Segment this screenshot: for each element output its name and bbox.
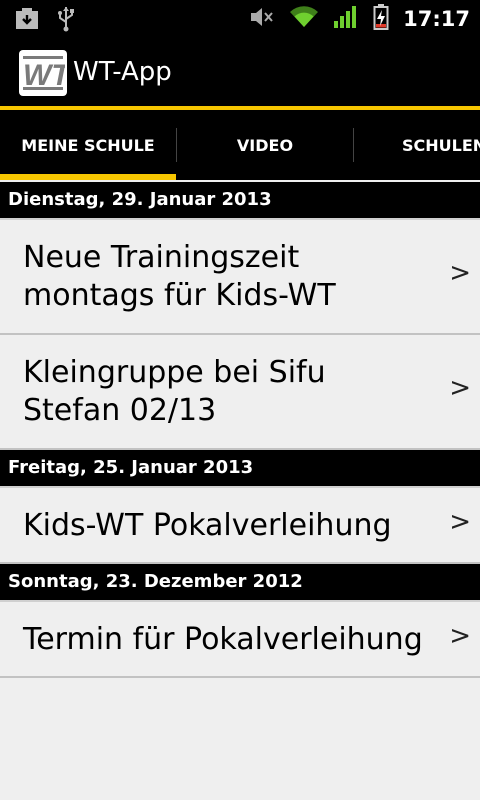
status-bar: 17:17	[0, 0, 480, 38]
screenshot-icon	[14, 7, 40, 35]
app-title: WT-App	[73, 57, 172, 87]
usb-icon	[56, 6, 76, 36]
tab-bar: MEINE SCHULE VIDEO SCHULEN	[0, 110, 480, 180]
chevron-right-icon: >	[449, 507, 471, 537]
notification-icons	[14, 6, 76, 36]
list-item-title: Neue Trainingszeit montags für Kids-WT	[23, 240, 336, 313]
app-logo[interactable]: WT	[19, 50, 67, 96]
news-list: Dienstag, 29. Januar 2013 Neue Trainings…	[0, 182, 480, 678]
list-item[interactable]: Termin für Pokalverleihung >	[0, 602, 480, 678]
tab-video[interactable]: VIDEO	[177, 110, 353, 180]
list-item[interactable]: Neue Trainingszeit montags für Kids-WT >	[0, 220, 480, 335]
action-bar: WT WT-App	[0, 38, 480, 106]
list-item-title: Kleingruppe bei Sifu Stefan 02/13	[23, 355, 326, 428]
chevron-right-icon: >	[449, 373, 471, 403]
signal-icon	[333, 5, 359, 33]
list-item[interactable]: Kleingruppe bei Sifu Stefan 02/13 >	[0, 335, 480, 450]
section-header-date: Freitag, 25. Januar 2013	[0, 450, 480, 488]
section-header-date: Dienstag, 29. Januar 2013	[0, 182, 480, 220]
chevron-right-icon: >	[449, 258, 471, 288]
tab-selected-indicator	[0, 174, 176, 180]
wifi-icon	[289, 5, 319, 33]
tab-meine-schule[interactable]: MEINE SCHULE	[0, 110, 176, 180]
mute-icon	[249, 5, 275, 33]
list-item-title: Kids-WT Pokalverleihung	[23, 508, 392, 543]
list-item[interactable]: Kids-WT Pokalverleihung >	[0, 488, 480, 564]
battery-charging-icon	[373, 4, 389, 34]
system-icons: 17:17	[249, 4, 470, 34]
chevron-right-icon: >	[449, 621, 471, 651]
wt-logo-icon: WT	[23, 56, 65, 92]
list-item-title: Termin für Pokalverleihung	[23, 622, 423, 657]
tab-divider	[353, 128, 354, 162]
clock: 17:17	[403, 7, 470, 31]
section-header-date: Sonntag, 23. Dezember 2012	[0, 564, 480, 602]
tab-schulen[interactable]: SCHULEN	[402, 110, 480, 180]
